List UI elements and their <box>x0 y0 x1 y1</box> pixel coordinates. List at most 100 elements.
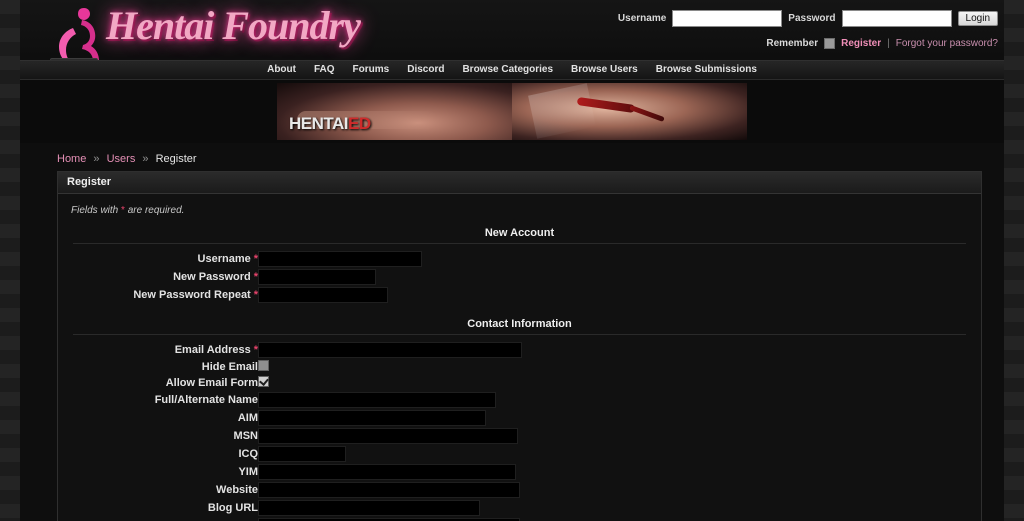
email-address-field[interactable] <box>258 342 522 358</box>
label-cell-msn: MSN <box>68 427 258 445</box>
form-row-new-password: New Password * <box>68 268 971 286</box>
label-new-password: New Password <box>173 271 251 283</box>
required-note-star: * <box>121 205 125 216</box>
page-left-rail <box>0 0 20 521</box>
password-label: Password <box>788 13 836 24</box>
form-row-icq: ICQ <box>68 445 971 463</box>
nav-item-discord[interactable]: Discord <box>398 61 453 79</box>
new-account-form: Username * New Password * New Password Rep… <box>68 250 971 304</box>
login-separator: | <box>887 38 890 49</box>
required-note-post: are required. <box>127 205 185 216</box>
section-title-contact-information: Contact Information <box>73 316 966 335</box>
form-row-aim: AIM <box>68 409 971 427</box>
required-star-email-address: * <box>253 344 258 356</box>
form-row-hide-email: Hide Email <box>68 359 971 375</box>
label-msn: MSN <box>233 430 258 442</box>
breadcrumb-home[interactable]: Home <box>57 153 86 165</box>
banner-area: HENTAIED <box>20 80 1004 143</box>
advertisement-banner[interactable]: HENTAIED <box>277 83 747 140</box>
required-star-username: * <box>253 253 258 265</box>
breadcrumb-users[interactable]: Users <box>107 153 136 165</box>
username-label: Username <box>617 13 667 24</box>
banner-logo-main: HENTAI <box>289 114 349 133</box>
form-row-new-password-repeat: New Password Repeat * <box>68 286 971 304</box>
label-cell-blog-url: Blog URL <box>68 499 258 517</box>
page-right-rail <box>1004 0 1024 521</box>
label-blog-url: Blog URL <box>207 502 258 514</box>
site-logo-text: Hentai Foundry <box>106 3 361 48</box>
breadcrumb-arrow-2: » <box>142 153 149 165</box>
contact-information-form: Email Address * Hide Email Allow Email Fo… <box>68 341 971 521</box>
page-container: Hentai Foundry FILTERS Username Password… <box>20 0 1004 521</box>
hide-email-checkbox[interactable] <box>258 360 269 371</box>
form-row-yim: YIM <box>68 463 971 481</box>
nav-item-browse-submissions[interactable]: Browse Submissions <box>647 61 766 79</box>
nav-item-browse-users[interactable]: Browse Users <box>562 61 647 79</box>
main-nav: About FAQ Forums Discord Browse Categori… <box>20 60 1004 79</box>
aim-field[interactable] <box>258 410 486 426</box>
label-cell-email-address: Email Address * <box>68 341 258 359</box>
label-yim: YIM <box>238 466 258 478</box>
label-new-password-repeat: New Password Repeat <box>133 289 251 301</box>
required-star-new-password-repeat: * <box>253 289 258 301</box>
label-website: Website <box>216 484 258 496</box>
username-field[interactable] <box>258 251 422 267</box>
forgot-password-link[interactable]: Forgot your password? <box>896 38 998 49</box>
register-panel: Register Fields with * are required. New… <box>57 171 982 521</box>
banner-logo-accent: ED <box>348 114 371 133</box>
section-title-new-account: New Account <box>73 225 966 244</box>
label-cell-allow-email-form: Allow Email Form <box>68 375 258 391</box>
form-row-website: Website <box>68 481 971 499</box>
nav-item-faq[interactable]: FAQ <box>305 61 344 79</box>
new-password-repeat-field[interactable] <box>258 287 388 303</box>
banner-logo: HENTAIED <box>289 114 371 134</box>
form-row-email-address: Email Address * <box>68 341 971 359</box>
blog-url-field[interactable] <box>258 500 480 516</box>
nav-item-forums[interactable]: Forums <box>344 61 399 79</box>
label-cell-new-password: New Password * <box>68 268 258 286</box>
form-row-full-alternate-name: Full/Alternate Name <box>68 391 971 409</box>
login-area: Username Password Login Remember Registe… <box>618 10 998 49</box>
label-full-alternate-name: Full/Alternate Name <box>154 394 258 406</box>
remember-label: Remember <box>766 38 819 49</box>
msn-field[interactable] <box>258 428 518 444</box>
label-cell-hide-email: Hide Email <box>68 359 258 375</box>
nav-item-browse-categories[interactable]: Browse Categories <box>453 61 562 79</box>
username-input[interactable] <box>672 10 783 27</box>
label-icq: ICQ <box>238 448 258 460</box>
label-hide-email: Hide Email <box>201 361 258 373</box>
panel-body: Fields with * are required. New Account … <box>58 194 981 521</box>
breadcrumb: Home » Users » Register <box>20 143 1004 171</box>
icq-field[interactable] <box>258 446 346 462</box>
remember-checkbox[interactable] <box>824 38 836 49</box>
label-allow-email-form: Allow Email Form <box>165 377 258 389</box>
form-row-msn: MSN <box>68 427 971 445</box>
required-note-pre: Fields with <box>71 205 119 216</box>
form-row-username: Username * <box>68 250 971 268</box>
password-input[interactable] <box>841 10 952 27</box>
login-button[interactable]: Login <box>957 11 998 26</box>
register-link[interactable]: Register <box>841 38 881 49</box>
required-fields-note: Fields with * are required. <box>68 202 971 225</box>
label-cell-location: Location <box>68 517 258 521</box>
full-alternate-name-field[interactable] <box>258 392 496 408</box>
label-aim: AIM <box>237 412 258 424</box>
website-field[interactable] <box>258 482 520 498</box>
label-username: Username <box>197 253 251 265</box>
breadcrumb-current: Register <box>155 153 197 165</box>
panel-title: Register <box>58 172 981 194</box>
site-header: Hentai Foundry FILTERS Username Password… <box>20 0 1004 80</box>
allow-email-form-checkbox[interactable] <box>258 376 269 387</box>
label-cell-full-alternate-name: Full/Alternate Name <box>68 391 258 409</box>
required-star-new-password: * <box>253 271 258 283</box>
new-password-field[interactable] <box>258 269 376 285</box>
nav-item-about[interactable]: About <box>258 61 305 79</box>
yim-field[interactable] <box>258 464 516 480</box>
label-cell-icq: ICQ <box>68 445 258 463</box>
form-row-blog-url: Blog URL <box>68 499 971 517</box>
form-row-location: Location <box>68 517 971 521</box>
label-cell-aim: AIM <box>68 409 258 427</box>
label-cell-new-password-repeat: New Password Repeat * <box>68 286 258 304</box>
label-cell-username: Username * <box>68 250 258 268</box>
label-cell-website: Website <box>68 481 258 499</box>
